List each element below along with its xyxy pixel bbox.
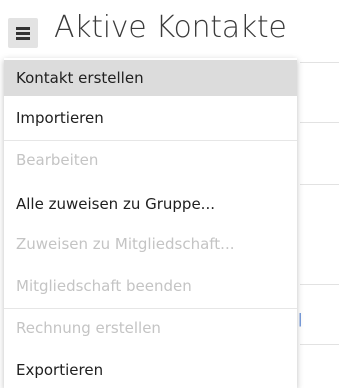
menu-item-rechnung-erstellen[interactable]: Rechnung erstellen xyxy=(4,310,297,346)
list-row-divider xyxy=(300,122,339,123)
actions-dropdown-menu: Kontakt erstellen Importieren Bearbeiten… xyxy=(4,58,297,388)
menu-divider xyxy=(4,308,297,309)
page-header: Aktive Kontakte xyxy=(0,0,339,62)
list-row-divider xyxy=(300,62,339,63)
menu-divider xyxy=(4,140,297,141)
menu-item-importieren[interactable]: Importieren xyxy=(4,100,297,136)
menu-item-kontakt-erstellen[interactable]: Kontakt erstellen xyxy=(4,60,297,96)
menu-item-alle-zuweisen-zu-gruppe[interactable]: Alle zuweisen zu Gruppe... xyxy=(4,186,297,222)
menu-item-exportieren[interactable]: Exportieren xyxy=(4,352,297,388)
list-row-divider xyxy=(300,284,339,285)
menu-item-mitgliedschaft-beenden[interactable]: Mitgliedschaft beenden xyxy=(4,268,297,304)
page-title: Aktive Kontakte xyxy=(54,10,287,45)
partial-link-glyph: | xyxy=(298,312,303,327)
list-row-divider xyxy=(300,184,339,185)
hamburger-menu-icon xyxy=(16,27,30,30)
list-row-divider xyxy=(300,344,339,345)
menu-item-bearbeiten[interactable]: Bearbeiten xyxy=(4,142,297,178)
hamburger-menu-icon-bar xyxy=(16,37,30,40)
hamburger-menu-icon-bar xyxy=(16,32,30,35)
hamburger-menu-button[interactable] xyxy=(8,18,38,48)
menu-item-zuweisen-zu-mitgliedschaft[interactable]: Zuweisen zu Mitgliedschaft... xyxy=(4,226,297,262)
